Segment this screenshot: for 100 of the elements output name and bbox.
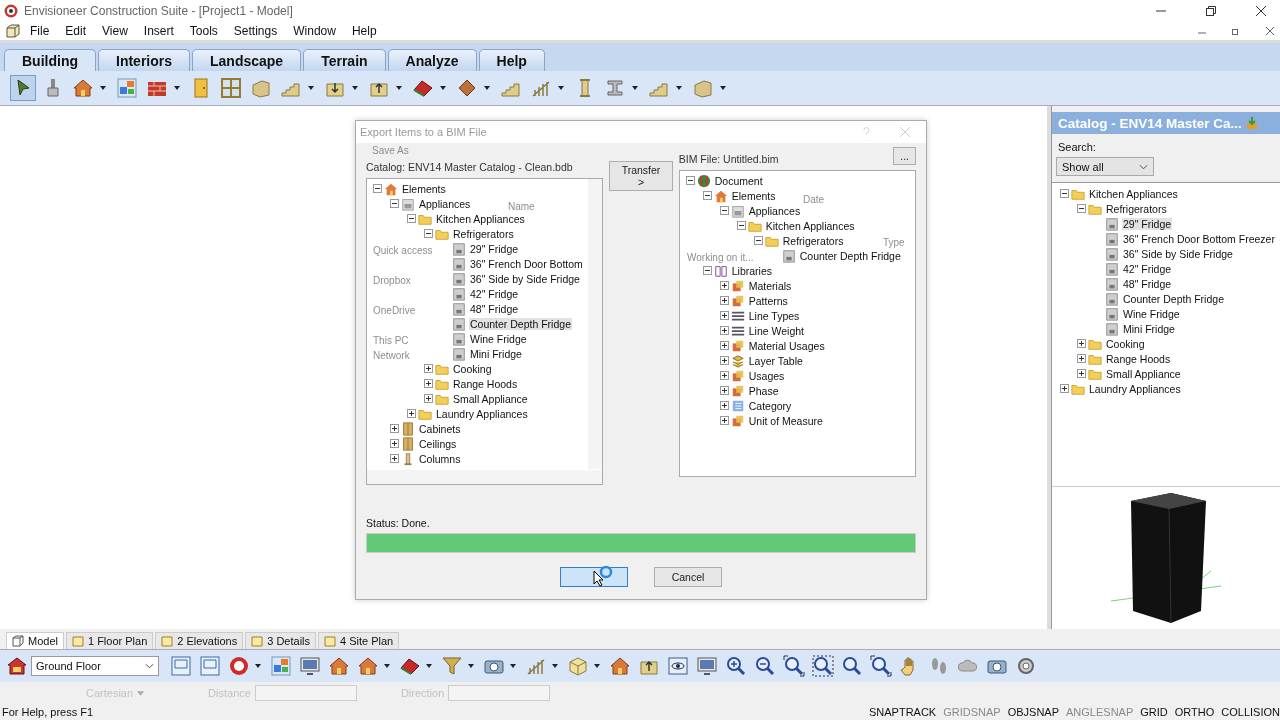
tree-item[interactable]: Counter Depth Fridge — [469, 317, 572, 330]
catalog-tree[interactable] — [366, 178, 604, 485]
tree-item[interactable]: Small Appliance — [452, 392, 529, 405]
tree-item[interactable]: Appliances — [747, 204, 802, 217]
caret-icon[interactable] — [468, 664, 474, 668]
caret-icon[interactable] — [396, 86, 402, 90]
column-header[interactable]: Type — [883, 237, 905, 248]
caret-icon[interactable] — [100, 86, 106, 90]
tree-item[interactable]: Layer Table — [747, 354, 804, 367]
shapes-icon[interactable] — [114, 75, 140, 101]
tree-item[interactable]: 29" Fridge — [469, 242, 520, 255]
menu-item[interactable]: Edit — [65, 24, 87, 38]
tree-item[interactable]: Cooking — [452, 362, 493, 375]
nav-place[interactable]: This PC — [373, 335, 409, 346]
tree-item[interactable]: Category — [747, 399, 793, 412]
tree-item[interactable]: Line Weight — [747, 324, 806, 337]
tree-item[interactable]: 48" Fridge — [1122, 277, 1173, 290]
transfer-button[interactable]: Transfer > — [609, 161, 673, 191]
ribbon-tab[interactable]: Analyze — [387, 49, 477, 71]
expand-icon[interactable] — [407, 409, 416, 418]
expand-icon[interactable] — [719, 356, 729, 365]
expand-icon[interactable] — [1077, 339, 1086, 348]
view-tab[interactable]: 4 Site Plan — [318, 632, 400, 649]
tree-item[interactable]: Elements — [401, 182, 447, 195]
tree-item[interactable]: Columns — [418, 452, 462, 465]
tree-item[interactable]: Material Usages — [747, 339, 826, 352]
expand-icon[interactable] — [390, 439, 399, 448]
menu-item[interactable]: Settings — [233, 24, 278, 38]
tree-item[interactable]: 36" Side by Side Fridge — [469, 272, 581, 285]
close-icon[interactable] — [1256, 6, 1266, 16]
restore-icon[interactable] — [1206, 6, 1216, 16]
tree-item[interactable]: 48" Fridge — [469, 302, 520, 315]
caret-icon[interactable] — [632, 86, 638, 90]
snap-toggle[interactable]: COLLISION — [1221, 706, 1280, 718]
expand-icon[interactable] — [719, 386, 729, 395]
floor-dropdown[interactable]: Ground Floor — [31, 656, 159, 676]
expand-icon[interactable] — [719, 416, 729, 425]
tree-item[interactable]: Unit of Measure — [747, 414, 824, 427]
menu-item[interactable]: Window — [293, 24, 336, 38]
collapse-icon[interactable] — [685, 176, 695, 185]
expand-icon[interactable] — [424, 364, 433, 373]
caret-icon[interactable] — [676, 86, 682, 90]
tree-item[interactable]: Phase — [747, 384, 780, 397]
caret-icon[interactable] — [594, 664, 600, 668]
caret-icon[interactable] — [552, 664, 558, 668]
collapse-icon[interactable] — [702, 266, 712, 275]
tree-item[interactable]: Range Hoods — [1105, 352, 1172, 365]
snap-toggle[interactable]: ORTHO — [1174, 706, 1215, 718]
collapse-icon[interactable] — [753, 236, 763, 245]
tree-item[interactable]: Range Hoods — [452, 377, 519, 390]
collapse-icon[interactable] — [373, 184, 382, 193]
expand-icon[interactable] — [719, 296, 729, 305]
collapse-icon[interactable] — [407, 214, 416, 223]
snap-toggle[interactable]: GRID — [1140, 706, 1168, 718]
tree-item[interactable]: Refrigerators — [452, 227, 515, 240]
ribbon-tab[interactable]: Terrain — [303, 49, 386, 71]
tree-item[interactable]: 42" Fridge — [469, 287, 520, 300]
expand-icon[interactable] — [719, 281, 729, 290]
filter-dropdown[interactable]: Show all — [1056, 157, 1154, 176]
pointer-icon[interactable] — [10, 75, 36, 101]
tree-item[interactable]: Usages — [747, 369, 786, 382]
nav-place[interactable]: OneDrive — [373, 305, 416, 316]
expand-icon[interactable] — [1060, 384, 1069, 393]
menu-item[interactable]: Help — [351, 24, 377, 38]
expand-icon[interactable] — [390, 454, 399, 463]
caret-icon[interactable] — [255, 664, 261, 668]
expand-icon[interactable] — [424, 394, 433, 403]
expand-icon[interactable] — [390, 424, 399, 433]
ribbon-tab[interactable]: Building — [4, 49, 96, 71]
tree-item[interactable]: Laundry Appliances — [1088, 382, 1182, 395]
nav-place[interactable]: Quick access — [373, 245, 433, 256]
expand-icon[interactable] — [719, 326, 729, 335]
scrollbar[interactable] — [588, 179, 603, 469]
ribbon-tab[interactable]: Help — [478, 49, 545, 71]
tree-item[interactable]: Ceilings — [418, 437, 458, 450]
snap-toggle[interactable]: OBJSNAP — [1007, 706, 1060, 718]
tree-item[interactable]: Elements — [730, 189, 777, 202]
menu-item[interactable]: View — [102, 24, 128, 38]
tree-item[interactable]: Appliances — [418, 197, 472, 210]
tree-item[interactable]: Mini Fridge — [469, 347, 523, 360]
scrollbar[interactable] — [367, 470, 603, 484]
zoom-box-icon[interactable] — [810, 653, 836, 679]
caret-icon[interactable] — [384, 664, 390, 668]
catalog-tree[interactable] — [1052, 182, 1280, 486]
caret-icon[interactable] — [308, 86, 314, 90]
caret-icon[interactable] — [720, 86, 726, 90]
collapse-icon[interactable] — [702, 191, 712, 200]
tree-item[interactable]: Materials — [747, 279, 793, 292]
view-tab[interactable]: Model — [6, 632, 64, 649]
house-icon[interactable] — [6, 655, 28, 677]
caret-icon[interactable] — [352, 86, 358, 90]
tree-item[interactable]: Cabinets — [418, 422, 462, 435]
collapse-icon[interactable] — [1060, 189, 1069, 198]
window-icon[interactable] — [218, 75, 244, 101]
tree-item[interactable]: 29" Fridge — [1122, 217, 1173, 230]
tree-item[interactable]: 36" French Door Bottom Freezer — [1122, 232, 1276, 245]
tree-item[interactable]: Line Types — [747, 309, 801, 322]
nav-place[interactable]: Network — [373, 350, 410, 361]
tree-item[interactable]: Cooking — [1105, 337, 1146, 350]
tree-item[interactable]: Refrigerators — [781, 234, 845, 247]
